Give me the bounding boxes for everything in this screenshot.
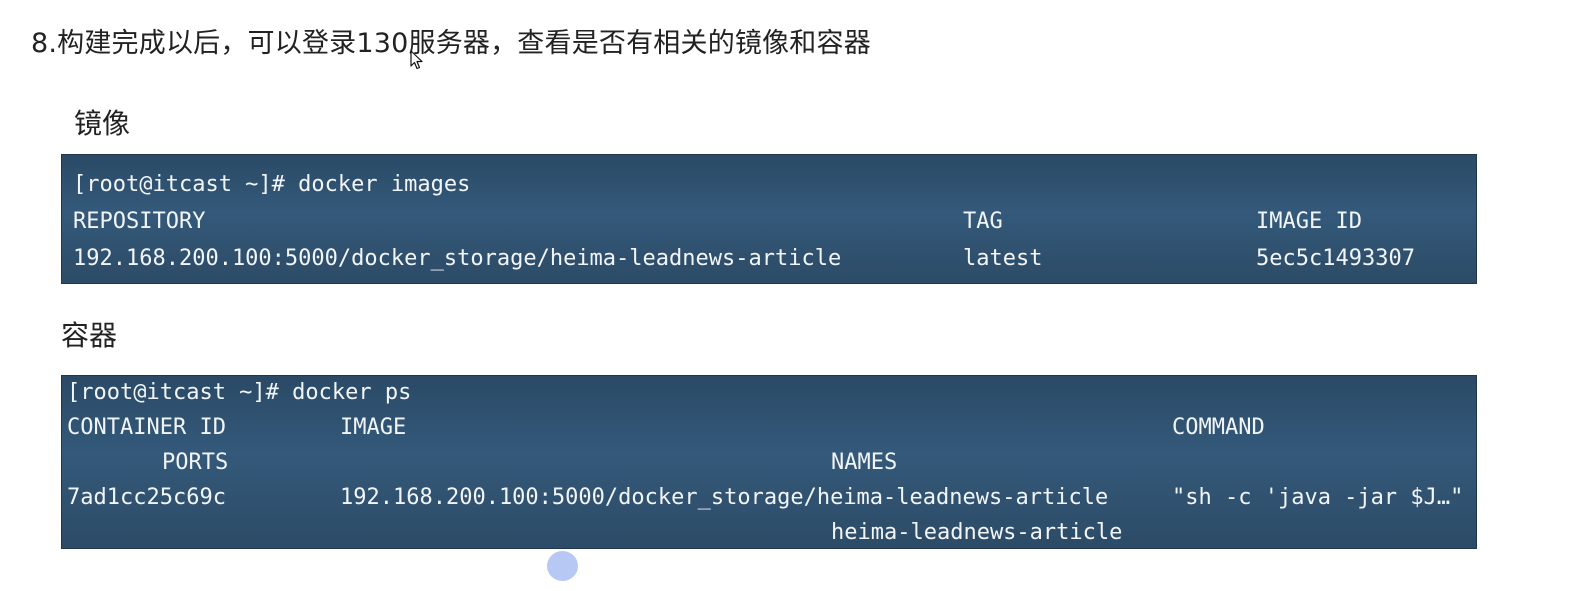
image-header: IMAGE [340,415,407,440]
tag-header: TAG [963,209,1003,234]
mouse-cursor-icon [410,50,423,70]
container-id-header: CONTAINER ID [67,415,226,440]
containers-section-label: 容器 [61,319,118,352]
page-heading: 8.构建完成以后，可以登录130服务器，查看是否有相关的镜像和容器 [31,28,871,59]
image-id-header: IMAGE ID [1256,209,1362,234]
docker-images-terminal: [root@itcast ~]# docker images REPOSITOR… [61,154,1477,284]
command-header: COMMAND [1172,415,1265,440]
image-repository-value: 192.168.200.100:5000/docker_storage/heim… [73,246,842,271]
docker-images-command: [root@itcast ~]# docker images [73,172,471,197]
docker-ps-command: [root@itcast ~]# docker ps [67,380,412,405]
container-image-value: 192.168.200.100:5000/docker_storage/heim… [340,485,1109,510]
docker-ps-terminal: [root@itcast ~]# docker ps CONTAINER ID … [61,375,1477,549]
container-command-value: "sh -c 'java -jar $J…" [1172,485,1464,510]
pointer-highlight-icon [547,551,578,581]
repository-header: REPOSITORY [73,209,206,234]
names-header: NAMES [831,450,898,475]
image-tag-value: latest [963,246,1043,271]
image-id-value: 5ec5c1493307 [1256,246,1415,271]
ports-header: PORTS [162,450,229,475]
container-id-value: 7ad1cc25c69c [67,485,226,510]
container-names-value: heima-leadnews-article [831,520,1123,545]
images-section-label: 镜像 [74,107,131,140]
